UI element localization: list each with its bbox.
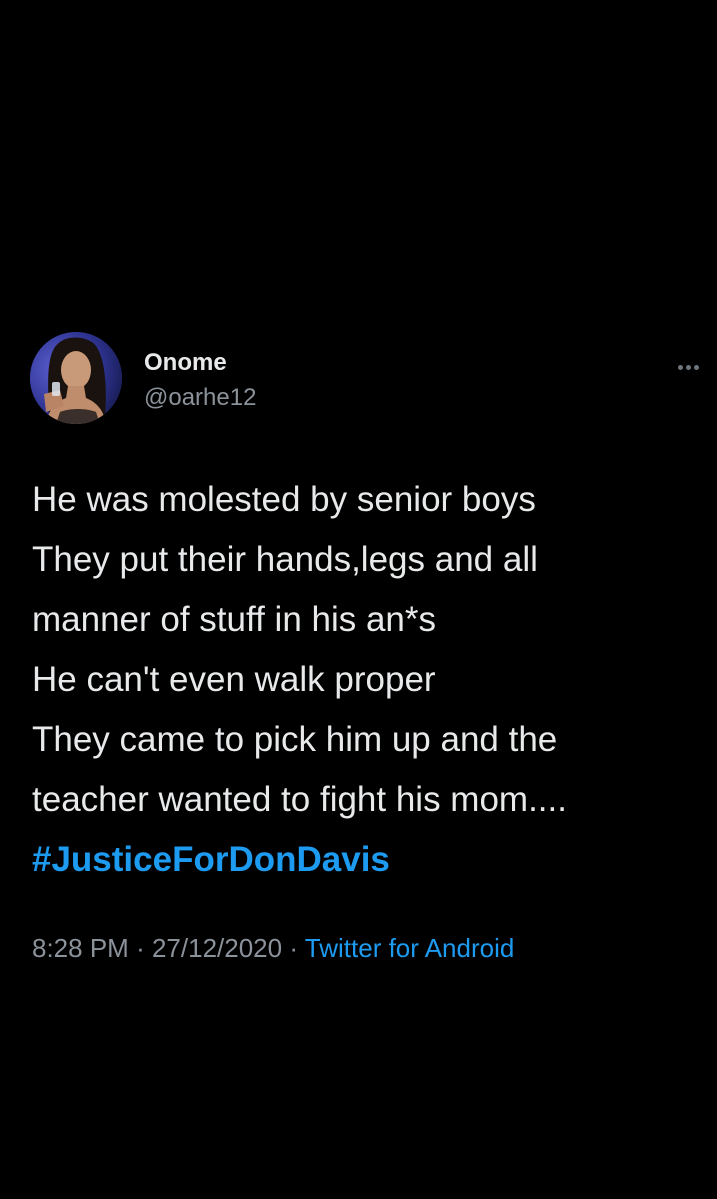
tweet-text-line: They came to pick him up and the <box>32 720 558 759</box>
tweet-text-line: He can't even walk proper <box>32 660 436 699</box>
tweet-text-line: manner of stuff in his an*s <box>32 600 437 639</box>
tweet-meta: 8:28 PM · 27/12/2020 · Twitter for Andro… <box>32 930 514 966</box>
more-dot <box>678 365 683 370</box>
meta-separator: · <box>136 933 145 963</box>
tweet-date[interactable]: 27/12/2020 <box>152 933 282 963</box>
more-dot <box>694 365 699 370</box>
hashtag-link[interactable]: #JusticeForDonDavis <box>32 830 692 890</box>
user-handle[interactable]: @oarhe12 <box>144 384 256 412</box>
meta-separator: · <box>289 933 299 963</box>
tweet-source-link[interactable]: Twitter for Android <box>305 933 515 963</box>
tweet-time[interactable]: 8:28 PM <box>32 933 129 963</box>
display-name[interactable]: Onome <box>144 349 227 377</box>
avatar[interactable] <box>30 332 122 424</box>
more-dot <box>686 365 691 370</box>
tweet-text-line: He was molested by senior boys <box>32 480 536 519</box>
tweet-text: He was molested by senior boys They put … <box>32 470 692 890</box>
avatar-image <box>30 332 122 424</box>
more-horizontal-icon[interactable] <box>678 357 710 373</box>
tweet-text-line: They put their hands,legs and all <box>32 540 538 579</box>
tweet-card: Onome @oarhe12 He was molested by senior… <box>0 0 717 1199</box>
tweet-text-line: teacher wanted to fight his mom.... <box>32 780 567 819</box>
